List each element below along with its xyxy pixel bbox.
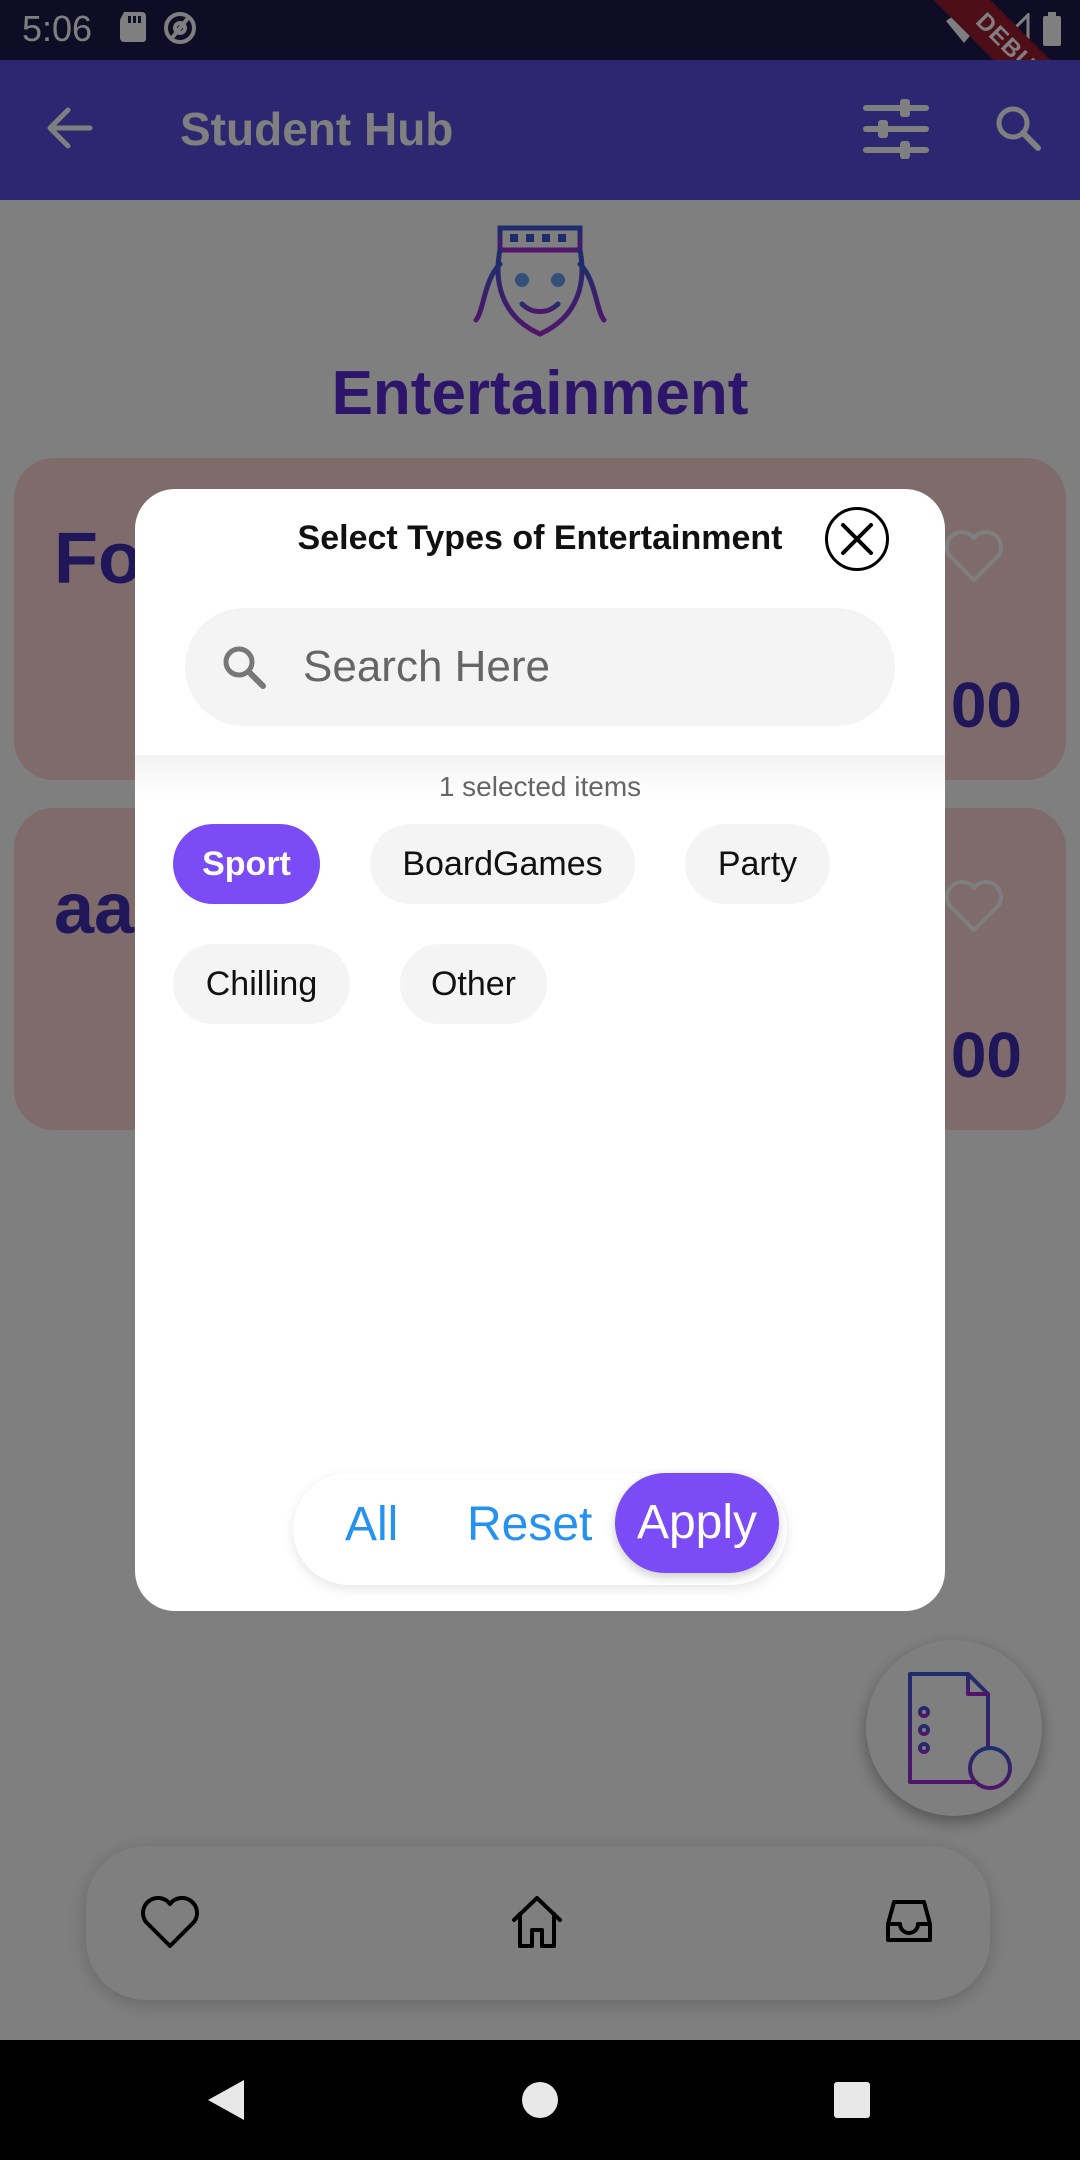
system-nav-bar bbox=[0, 2040, 1080, 2160]
chip-boardgames[interactable]: BoardGames bbox=[370, 824, 635, 904]
search-input[interactable] bbox=[303, 632, 863, 702]
selected-count: 1 selected items bbox=[438, 771, 642, 802]
system-home-icon[interactable] bbox=[522, 2082, 558, 2123]
system-back-icon[interactable] bbox=[206, 2078, 246, 2127]
close-icon bbox=[841, 523, 873, 555]
all-button[interactable]: All bbox=[345, 1497, 398, 1552]
chip-sport[interactable]: Sport bbox=[173, 824, 320, 904]
filter-dialog: Select Types of Entertainment 1 selected… bbox=[135, 489, 945, 1611]
system-recents-icon[interactable] bbox=[834, 2082, 870, 2123]
search-field[interactable] bbox=[185, 608, 895, 726]
chip-other[interactable]: Other bbox=[400, 944, 547, 1024]
dialog-title: Select Types of Entertainment bbox=[297, 519, 783, 557]
close-button[interactable] bbox=[825, 507, 889, 571]
search-icon bbox=[221, 644, 267, 695]
chip-party[interactable]: Party bbox=[685, 824, 830, 904]
reset-button[interactable]: Reset bbox=[467, 1497, 592, 1552]
action-bar: All Reset Apply bbox=[293, 1473, 787, 1585]
app-screen: 5:06 DEBUG Student Hub bbox=[0, 0, 1080, 2040]
chip-chilling[interactable]: Chilling bbox=[173, 944, 350, 1024]
apply-button[interactable]: Apply bbox=[615, 1473, 779, 1573]
